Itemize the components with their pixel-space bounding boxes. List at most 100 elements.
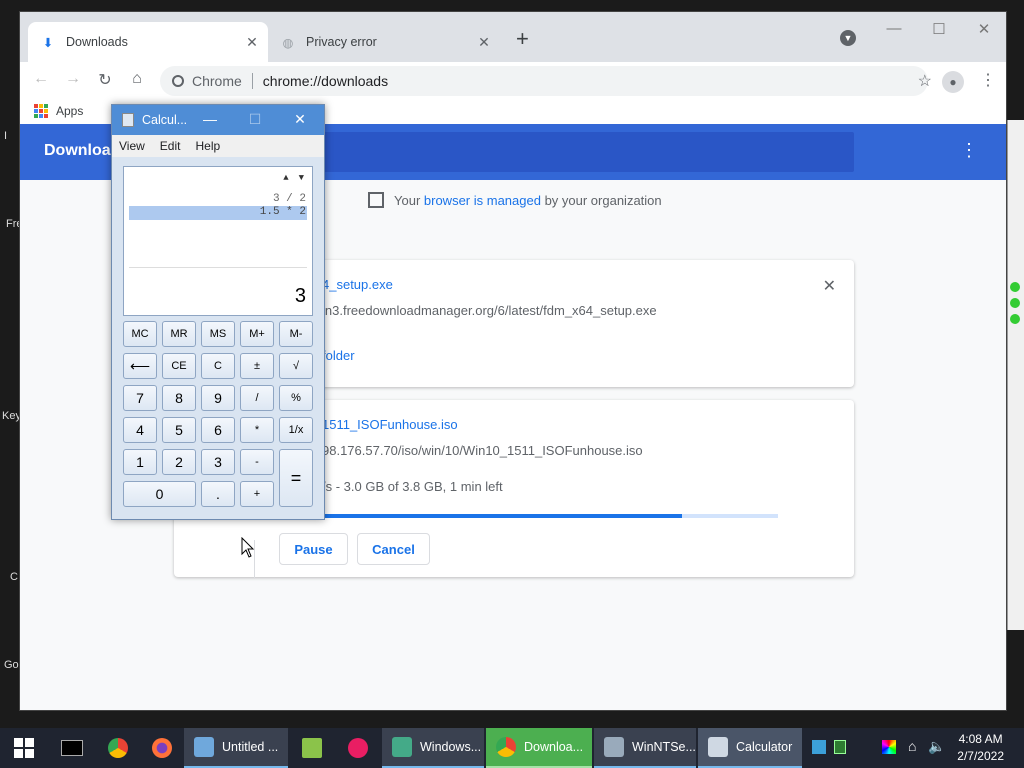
desktop-label[interactable]: Go <box>4 659 19 671</box>
multiply-button[interactable]: * <box>240 417 274 443</box>
taskbar-label: Calculator <box>736 740 793 754</box>
calculator-icon <box>708 737 728 757</box>
minimize-button[interactable]: — <box>884 20 904 37</box>
download-url[interactable]: 98.176.57.70/iso/win/10/Win10_1511_ISOFu… <box>322 443 643 458</box>
apps-shortcut[interactable]: Apps <box>20 104 83 118</box>
taskbar-chrome[interactable] <box>96 728 140 768</box>
history-scroll[interactable]: ▲ ▼ <box>283 173 304 183</box>
managed-link[interactable]: browser is managed <box>424 193 541 208</box>
new-tab-button[interactable]: + <box>516 26 529 52</box>
clear-button[interactable]: C <box>201 353 235 379</box>
taskbar-label: Downloa... <box>524 740 584 754</box>
search-downloads-input[interactable] <box>320 132 854 172</box>
more-actions-icon[interactable]: ⋮ <box>960 140 978 161</box>
mr-button[interactable]: MR <box>162 321 196 347</box>
m-minus-button[interactable]: M- <box>279 321 313 347</box>
calculator-menubar: View Edit Help <box>112 135 324 157</box>
reload-icon[interactable]: ↻ <box>94 70 116 90</box>
close-tab-icon[interactable]: ✕ <box>476 34 492 51</box>
tray-icon[interactable] <box>834 740 846 754</box>
subtract-button[interactable]: - <box>240 449 274 475</box>
taskbar-windows[interactable]: Windows... <box>382 728 484 768</box>
taskbar-calculator[interactable]: Calculator <box>698 728 802 768</box>
tab-privacy-error[interactable]: ◍ Privacy error ✕ <box>268 22 500 62</box>
calculator-icon <box>122 113 134 127</box>
show-in-folder-link[interactable]: folder <box>322 348 355 363</box>
m-plus-button[interactable]: M+ <box>240 321 274 347</box>
digit-5-button[interactable]: 5 <box>162 417 196 443</box>
address-bar[interactable]: Chrome chrome://downloads ☆ <box>160 66 932 96</box>
reciprocal-button[interactable]: 1/x <box>279 417 313 443</box>
taskbar-firefox[interactable] <box>140 728 184 768</box>
taskbar-winntsetup[interactable]: WinNTSe... <box>594 728 696 768</box>
star-icon[interactable]: ☆ <box>918 71 932 91</box>
site-info[interactable]: Chrome <box>172 73 242 89</box>
digit-7-button[interactable]: 7 <box>123 385 157 411</box>
pause-button[interactable]: Pause <box>279 533 348 565</box>
tray-icon[interactable] <box>812 740 826 754</box>
desktop-label[interactable]: I <box>4 130 7 142</box>
color-tray-icon[interactable] <box>882 740 896 754</box>
percent-button[interactable]: % <box>279 385 313 411</box>
clock[interactable]: 4:08 AM 2/7/2022 <box>957 731 1004 765</box>
forward-icon[interactable]: → <box>62 70 84 88</box>
home-icon[interactable]: ⌂ <box>126 70 148 88</box>
taskbar-notepad[interactable]: Untitled ... <box>184 728 288 768</box>
tab-downloads[interactable]: ⬇ Downloads ✕ <box>28 22 268 62</box>
close-tab-icon[interactable]: ✕ <box>244 34 260 51</box>
site-label: Chrome <box>192 73 242 89</box>
volume-muted-icon[interactable]: 🔈 <box>928 738 945 755</box>
digit-4-button[interactable]: 4 <box>123 417 157 443</box>
digit-1-button[interactable]: 1 <box>123 449 157 475</box>
remove-download-icon[interactable]: ✕ <box>823 276 836 296</box>
backspace-button[interactable]: ⟵ <box>123 353 157 379</box>
download-filename[interactable]: 1511_ISOFunhouse.iso <box>322 417 458 432</box>
maximize-button[interactable]: ☐ <box>245 111 265 128</box>
divide-button[interactable]: / <box>240 385 274 411</box>
taskbar-downloads[interactable]: Downloa... <box>486 728 592 768</box>
maximize-button[interactable]: ☐ <box>929 20 949 38</box>
menu-icon[interactable]: ⋮ <box>980 70 996 90</box>
menu-help[interactable]: Help <box>195 139 220 153</box>
history-entry-selected[interactable]: 1.5 * 2 <box>129 206 307 220</box>
minimize-button[interactable]: — <box>200 111 220 127</box>
mc-button[interactable]: MC <box>123 321 157 347</box>
usb-icon[interactable]: ⌂ <box>908 738 916 754</box>
menu-view[interactable]: View <box>119 139 145 153</box>
scroll-down-icon[interactable]: ▼ <box>299 173 304 183</box>
ce-button[interactable]: CE <box>162 353 196 379</box>
close-button[interactable]: ✕ <box>290 111 310 128</box>
negate-button[interactable]: ± <box>240 353 274 379</box>
taskbar: Untitled ... Windows... Downloa... WinNT… <box>0 728 1024 768</box>
taskbar-app[interactable] <box>336 728 380 768</box>
download-url[interactable]: ln3.freedownloadmanager.org/6/latest/fdm… <box>322 303 657 318</box>
digit-0-button[interactable]: 0 <box>123 481 196 507</box>
ms-button[interactable]: MS <box>201 321 235 347</box>
cancel-button[interactable]: Cancel <box>357 533 430 565</box>
digit-6-button[interactable]: 6 <box>201 417 235 443</box>
history-entry[interactable]: 3 / 2 <box>273 193 306 205</box>
profile-icon[interactable]: ● <box>942 71 964 93</box>
add-button[interactable]: + <box>240 481 274 507</box>
digit-2-button[interactable]: 2 <box>162 449 196 475</box>
decimal-button[interactable]: . <box>201 481 235 507</box>
sqrt-button[interactable]: √ <box>279 353 313 379</box>
taskbar-cmd[interactable] <box>50 728 94 768</box>
start-button[interactable] <box>0 728 48 768</box>
globe-icon: ◍ <box>282 35 294 50</box>
close-window-button[interactable]: ✕ <box>974 20 994 38</box>
digit-9-button[interactable]: 9 <box>201 385 235 411</box>
taskbar-app[interactable] <box>290 728 334 768</box>
digit-3-button[interactable]: 3 <box>201 449 235 475</box>
back-icon[interactable]: ← <box>30 70 52 88</box>
download-filename[interactable]: 4_setup.exe <box>322 277 393 292</box>
download-icon: ⬇ <box>42 35 54 50</box>
calculator-window: Calcul... — ☐ ✕ View Edit Help ▲ ▼ 3 / 2 … <box>111 104 325 520</box>
menu-edit[interactable]: Edit <box>160 139 181 153</box>
calculator-titlebar[interactable]: Calcul... — ☐ ✕ <box>112 105 324 135</box>
tab-search-icon[interactable]: ▼ <box>840 30 856 46</box>
desktop-label[interactable]: C <box>10 571 18 583</box>
digit-8-button[interactable]: 8 <box>162 385 196 411</box>
equals-button[interactable]: = <box>279 449 313 507</box>
scroll-up-icon[interactable]: ▲ <box>283 173 288 183</box>
